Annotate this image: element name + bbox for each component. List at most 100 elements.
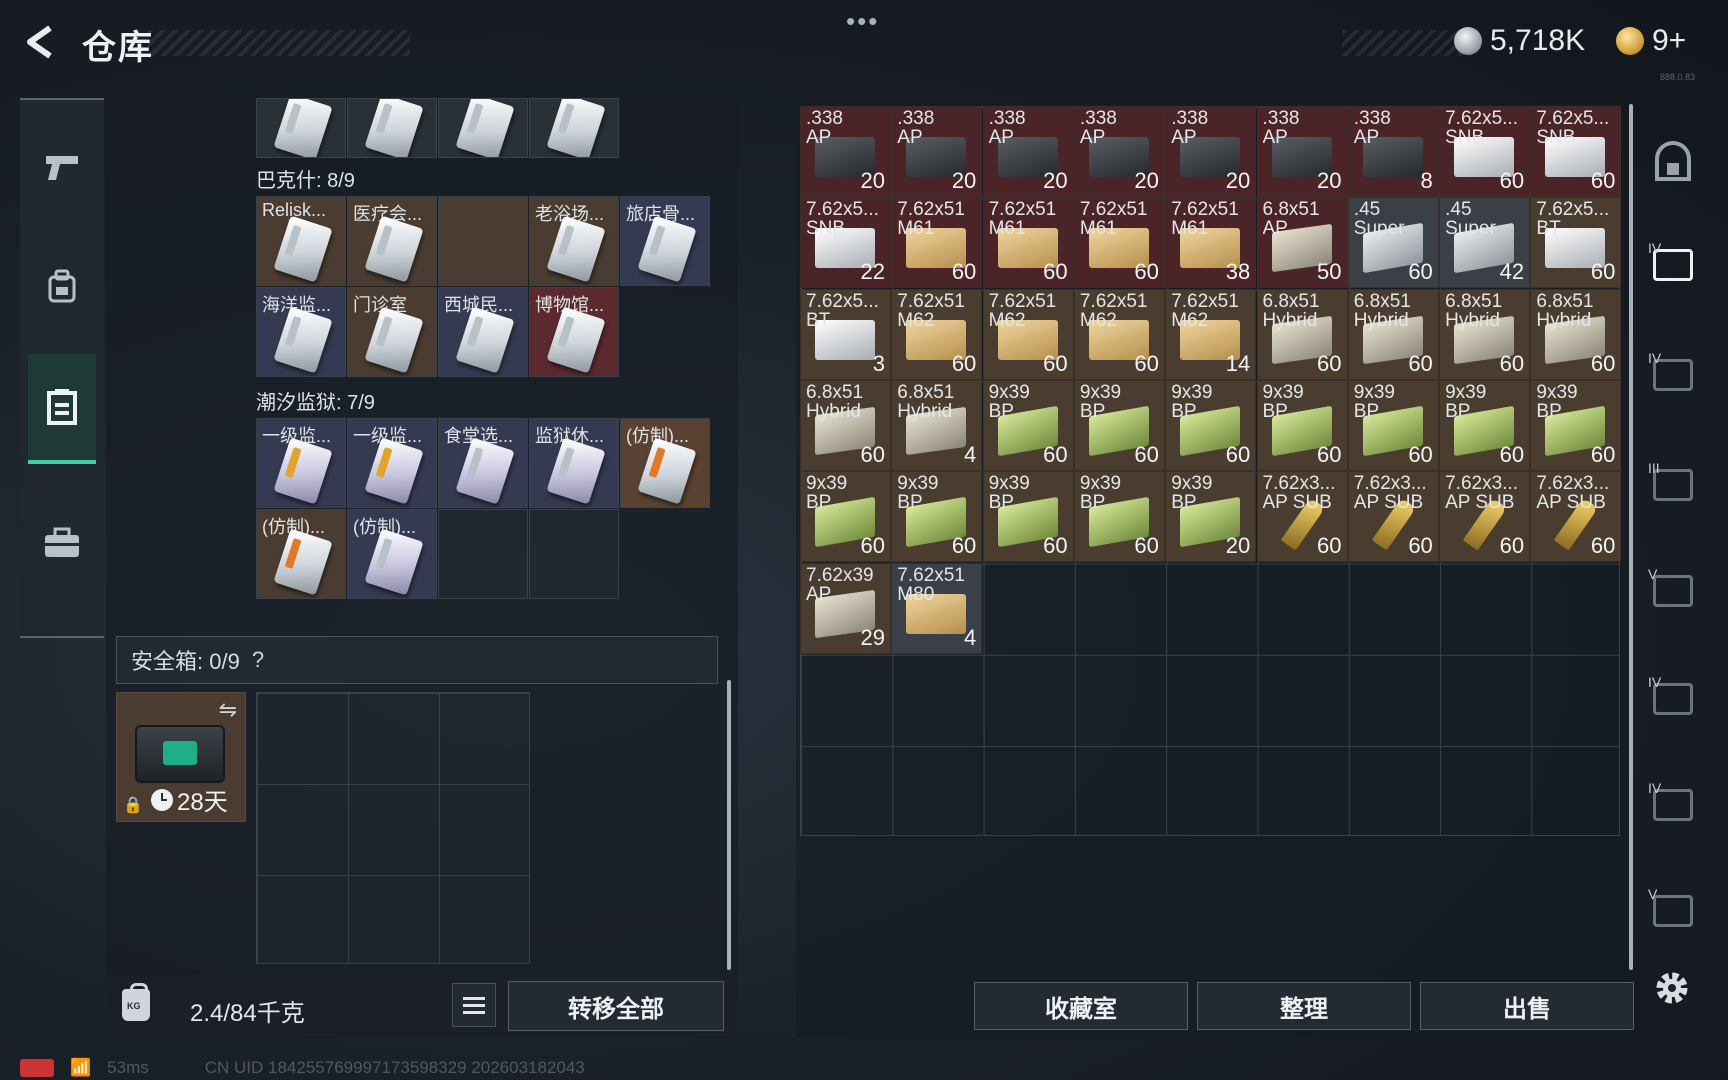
ammo-item[interactable]: 7.62x51 M61 60 xyxy=(891,197,983,289)
keycard-slot[interactable]: 西城民... xyxy=(438,287,528,377)
ammo-item[interactable]: 7.62x5... SNB 60 xyxy=(1530,106,1622,197)
keycard-slot[interactable]: (仿制)... xyxy=(347,509,437,599)
collection-room-button[interactable]: 收藏室 xyxy=(974,982,1188,1030)
ammo-item[interactable]: 7.62x5... BT 60 xyxy=(1530,197,1622,289)
storage-scrollbar[interactable] xyxy=(1629,104,1633,970)
ammo-item[interactable]: .338 AP 20 xyxy=(1165,106,1257,197)
ammo-item[interactable]: .338 AP 20 xyxy=(1256,106,1348,197)
sort-button[interactable]: 整理 xyxy=(1197,982,1411,1030)
keycard-slot-empty[interactable] xyxy=(529,509,619,599)
ammo-item[interactable]: 9x39 BP 60 xyxy=(891,471,983,563)
ammo-name: 7.62x51 M62 xyxy=(897,291,965,330)
ammo-item[interactable]: 6.8x51 Hybrid 60 xyxy=(1256,288,1348,380)
keycard-slot[interactable]: 门诊室 xyxy=(347,287,437,377)
ammo-item[interactable]: 7.62x5... SNB 22 xyxy=(800,197,891,289)
list-view-button[interactable] xyxy=(452,983,496,1027)
ammo-item[interactable]: 7.62x51 M61 60 xyxy=(982,197,1074,289)
ammo-item[interactable]: 9x39 BP 20 xyxy=(1165,471,1257,563)
keycard-slot[interactable]: 一级监... xyxy=(256,418,346,508)
ammo-item[interactable]: 7.62x3... AP SUB 60 xyxy=(1256,471,1348,563)
ammo-item[interactable]: 7.62x3... AP SUB 60 xyxy=(1347,471,1439,563)
ammo-item[interactable]: 9x39 BP 60 xyxy=(982,379,1074,471)
ammo-item[interactable]: 7.62x3... AP SUB 60 xyxy=(1439,471,1531,563)
storage-tab-4[interactable]: V xyxy=(1648,566,1698,616)
silver-currency[interactable]: 5,718K xyxy=(1454,24,1585,58)
ammo-item[interactable]: 7.62x39 AP 29 xyxy=(800,562,891,654)
keycard-slot[interactable]: 食堂选... xyxy=(438,418,528,508)
ammo-item[interactable]: 6.8x51 Hybrid 60 xyxy=(800,379,891,471)
ammo-item[interactable]: 7.62x51 M62 60 xyxy=(891,288,983,380)
ammo-item[interactable]: 7.62x51 M62 60 xyxy=(982,288,1074,380)
ammo-item[interactable]: 9x39 BP 60 xyxy=(1165,379,1257,471)
storage-tab-1[interactable]: IV xyxy=(1648,240,1698,290)
storage-tab-7[interactable]: V xyxy=(1648,886,1698,936)
keycard-slot[interactable] xyxy=(256,98,346,158)
ammo-item[interactable]: 7.62x3... AP SUB 60 xyxy=(1530,471,1622,563)
storage-tab-3[interactable]: III xyxy=(1648,460,1698,510)
ammo-item[interactable]: 7.62x51 M80 4 xyxy=(891,562,983,654)
ammo-item[interactable]: .338 AP 20 xyxy=(891,106,983,197)
ammo-item[interactable]: 6.8x51 Hybrid 60 xyxy=(1439,288,1531,380)
ammo-item[interactable]: 7.62x51 M62 14 xyxy=(1165,288,1257,380)
backpack-tab[interactable] xyxy=(28,232,96,342)
ammo-item[interactable]: 9x39 BP 60 xyxy=(1347,379,1439,471)
keycard-slot[interactable] xyxy=(438,98,528,158)
gold-currency[interactable]: 9+ xyxy=(1616,24,1686,58)
ammo-item[interactable]: .45 Super 42 xyxy=(1439,197,1531,289)
left-scrollbar[interactable] xyxy=(727,680,731,970)
ammo-item[interactable]: 6.8x51 Hybrid 4 xyxy=(891,379,983,471)
ammo-item[interactable]: 9x39 BP 60 xyxy=(1530,379,1622,471)
keycard-slot[interactable]: (仿制)... xyxy=(620,418,710,508)
ammo-item[interactable]: 7.62x51 M61 60 xyxy=(1073,197,1165,289)
more-options-button[interactable]: ••• xyxy=(846,6,879,37)
storage-tab-5[interactable]: IV xyxy=(1648,674,1698,724)
ammo-item[interactable]: 9x39 BP 60 xyxy=(1073,379,1165,471)
keycard-slot[interactable]: 海洋监... xyxy=(256,287,346,377)
weapon-tab[interactable] xyxy=(28,112,96,222)
ammo-item[interactable]: 9x39 BP 60 xyxy=(982,471,1074,563)
help-icon[interactable]: ? xyxy=(252,647,264,673)
swap-icon[interactable]: ⇋ xyxy=(219,697,237,723)
settings-gear-icon[interactable] xyxy=(1650,966,1694,1010)
keycard-slot[interactable]: Relisk... xyxy=(256,196,346,286)
ammo-item[interactable]: .45 Super 60 xyxy=(1347,197,1439,289)
keycard-slot[interactable] xyxy=(347,98,437,158)
ammo-item[interactable]: 9x39 BP 60 xyxy=(1439,379,1531,471)
ammo-item[interactable]: .338 AP 20 xyxy=(1073,106,1165,197)
storage-tab-main[interactable] xyxy=(1648,136,1698,186)
ammo-item[interactable]: .338 AP 20 xyxy=(982,106,1074,197)
storage-tab-6[interactable]: IV xyxy=(1648,780,1698,830)
keycard-slot-empty[interactable] xyxy=(438,509,528,599)
keycard-slot[interactable]: 医疗会... xyxy=(347,196,437,286)
keycard-slot[interactable]: 博物馆... xyxy=(529,287,619,377)
ammo-item[interactable]: 6.8x51 Hybrid 60 xyxy=(1530,288,1622,380)
locker-icon xyxy=(47,389,77,425)
keycard-slot[interactable]: 旅店骨... xyxy=(620,196,710,286)
ammo-item[interactable]: .338 AP 8 xyxy=(1347,106,1439,197)
ammo-item[interactable]: 7.62x5... BT 3 xyxy=(800,288,891,380)
keycard-slot[interactable]: 一级监... xyxy=(347,418,437,508)
toolbox-tab[interactable] xyxy=(28,488,96,598)
keycard-slot[interactable]: (仿制)... xyxy=(256,509,346,599)
ammo-item[interactable]: 6.8x51 Hybrid 60 xyxy=(1347,288,1439,380)
safe-box-item[interactable]: ⇋ 🔒 28天 xyxy=(116,692,246,822)
ammo-item[interactable]: 9x39 BP 60 xyxy=(800,471,891,563)
sell-button[interactable]: 出售 xyxy=(1420,982,1634,1030)
ammo-item[interactable]: 6.8x51 AP 50 xyxy=(1256,197,1348,289)
ammo-item[interactable]: 7.62x51 M62 60 xyxy=(1073,288,1165,380)
ammo-item[interactable]: 9x39 BP 60 xyxy=(1073,471,1165,563)
ammo-item[interactable]: 7.62x51 M61 38 xyxy=(1165,197,1257,289)
storage-tab-2[interactable]: IV xyxy=(1648,350,1698,400)
ammo-item[interactable]: .338 AP 20 xyxy=(800,106,891,197)
safe-box-grid[interactable] xyxy=(256,692,530,964)
keycard-slot-empty[interactable] xyxy=(438,196,528,286)
keycard-slot[interactable]: 老浴场... xyxy=(529,196,619,286)
ammo-item[interactable]: 9x39 BP 60 xyxy=(1256,379,1348,471)
keycard-slot[interactable]: 监狱休... xyxy=(529,418,619,508)
storage-tab[interactable] xyxy=(28,354,96,464)
keycard-slot[interactable] xyxy=(529,98,619,158)
clock-icon xyxy=(151,788,173,811)
ammo-item[interactable]: 7.62x5... SNB 60 xyxy=(1439,106,1531,197)
transfer-all-button[interactable]: 转移全部 xyxy=(508,981,724,1031)
back-arrow-icon[interactable] xyxy=(20,22,60,62)
